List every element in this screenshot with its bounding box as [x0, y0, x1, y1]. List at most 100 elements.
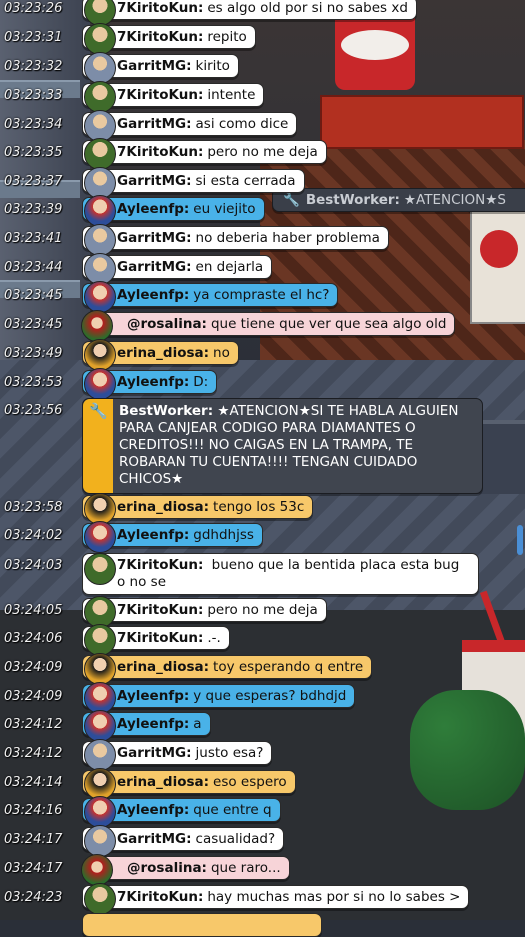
- message-text: y que esperas? bdhdjd: [193, 688, 347, 704]
- message-user[interactable]: Ayleenfp:: [117, 802, 189, 818]
- chat-bubble[interactable]: Ayleenfp: gdhdhjss: [82, 521, 263, 553]
- message-text: ya compraste el hc?: [193, 287, 330, 303]
- chat-bubble[interactable]: erina_diosa: tengo los 53c: [82, 493, 314, 525]
- user-avatar-icon[interactable]: [84, 553, 116, 585]
- message-time: 03:24:14: [4, 775, 63, 790]
- message-user[interactable]: @rosalina:: [127, 316, 207, 332]
- chat-bubble[interactable]: 7KiritoKun: bueno que la bentida placa e…: [82, 553, 479, 595]
- message-user[interactable]: erina_diosa:: [117, 345, 209, 361]
- message-user[interactable]: erina_diosa:: [117, 659, 209, 675]
- chat-bubble[interactable]: 7KiritoKun: repito: [82, 23, 256, 55]
- message-text: que entre q: [193, 802, 272, 818]
- chat-bubble[interactable]: Ayleenfp: que entre q: [82, 796, 281, 828]
- user-avatar-icon[interactable]: [84, 138, 116, 170]
- user-avatar-icon[interactable]: [84, 796, 116, 828]
- message-user[interactable]: Ayleenfp:: [117, 716, 189, 732]
- message-user[interactable]: GarritMG:: [117, 230, 192, 246]
- user-avatar-icon[interactable]: [81, 854, 113, 886]
- message-user[interactable]: GarritMG:: [117, 116, 192, 132]
- chat-bubble[interactable]: @rosalina: que tiene que ver que sea alg…: [81, 310, 456, 342]
- message-text: asi como dice: [195, 116, 289, 132]
- message-user[interactable]: 7KiritoKun:: [117, 602, 203, 618]
- chat-bubble[interactable]: GarritMG: casualidad?: [82, 825, 285, 857]
- message-user[interactable]: Ayleenfp:: [117, 527, 189, 543]
- message-text: es algo old por si no sabes xd: [207, 0, 408, 16]
- message-user[interactable]: Ayleenfp:: [117, 287, 189, 303]
- message-user[interactable]: 7KiritoKun:: [117, 889, 203, 905]
- user-avatar-icon[interactable]: [84, 281, 116, 313]
- user-avatar-icon[interactable]: [84, 52, 116, 84]
- user-avatar-icon[interactable]: [84, 339, 116, 371]
- user-avatar-icon[interactable]: [84, 224, 116, 256]
- message-user[interactable]: GarritMG:: [117, 745, 192, 761]
- bestworker-alert-bubble[interactable]: 🔧 BestWorker: ★ATENCION★SI TE HABLA ALGU…: [82, 398, 483, 494]
- user-avatar-icon[interactable]: [84, 195, 116, 227]
- message-user[interactable]: 7KiritoKun:: [117, 144, 203, 160]
- chat-bubble[interactable]: 7KiritoKun: pero no me deja: [82, 138, 327, 170]
- chat-bubble[interactable]: GarritMG: en dejarla: [82, 253, 273, 285]
- chat-bubble[interactable]: 7KiritoKun: intente: [82, 81, 265, 113]
- chat-bubble[interactable]: 7KiritoKun: hay muchas mas por si no lo …: [82, 883, 470, 915]
- user-avatar-icon[interactable]: [84, 710, 116, 742]
- message-text: a: [193, 716, 202, 732]
- message-time: 03:24:02: [4, 528, 63, 543]
- chat-bubble[interactable]: erina_diosa: no: [82, 339, 239, 371]
- message-text: no deberia haber problema: [195, 230, 380, 246]
- chat-bubble[interactable]: Ayleenfp: a: [82, 710, 211, 742]
- message-user[interactable]: @rosalina:: [127, 860, 207, 876]
- chat-bubble[interactable]: @rosalina: que raro...: [81, 854, 290, 886]
- chat-bubble[interactable]: GarritMG: si esta cerrada: [82, 167, 305, 199]
- message-time: 03:24:06: [4, 631, 63, 646]
- chat-bubble[interactable]: 7KiritoKun: es algo old por si no sabes …: [82, 0, 417, 26]
- message-time: 03:23:37: [4, 174, 63, 189]
- message-user[interactable]: GarritMG:: [117, 58, 192, 74]
- chat-bubble-partial[interactable]: [82, 913, 322, 937]
- message-user[interactable]: GarritMG:: [117, 259, 192, 275]
- chat-bubble[interactable]: GarritMG: kirito: [82, 52, 239, 84]
- message-time: 03:24:17: [4, 861, 63, 876]
- scrollbar-handle[interactable]: [517, 525, 523, 555]
- message-user[interactable]: 7KiritoKun:: [117, 29, 203, 45]
- user-avatar-icon[interactable]: [84, 825, 116, 857]
- user-avatar-icon[interactable]: [84, 368, 116, 400]
- user-avatar-icon[interactable]: [84, 883, 116, 915]
- message-time: 03:23:31: [4, 30, 63, 45]
- message-user[interactable]: erina_diosa:: [117, 499, 209, 515]
- chat-bubble[interactable]: GarritMG: asi como dice: [82, 110, 298, 142]
- chat-bubble[interactable]: GarritMG: justo esa?: [82, 739, 273, 771]
- user-avatar-icon[interactable]: [81, 310, 113, 342]
- message-text: toy esperando q entre: [213, 659, 364, 675]
- chat-bubble[interactable]: 7KiritoKun: pero no me deja: [82, 596, 327, 628]
- message-time: 03:24:05: [4, 603, 63, 618]
- user-avatar-icon[interactable]: [84, 81, 116, 113]
- message-user[interactable]: Ayleenfp:: [117, 688, 189, 704]
- chat-bubble[interactable]: Ayleenfp: ya compraste el hc?: [82, 281, 339, 313]
- chat-bubble[interactable]: Ayleenfp: y que esperas? bdhdjd: [82, 682, 356, 714]
- message-text: casualidad?: [195, 831, 276, 847]
- chat-bubble[interactable]: GarritMG: no deberia haber problema: [82, 224, 389, 256]
- message-user[interactable]: GarritMG:: [117, 831, 192, 847]
- message-time: 03:23:45: [4, 317, 63, 332]
- user-avatar-icon[interactable]: [84, 23, 116, 55]
- user-avatar-icon[interactable]: [84, 521, 116, 553]
- message-time: 03:23:34: [4, 117, 63, 132]
- chat-bubble[interactable]: 7KiritoKun: .-.: [82, 624, 230, 656]
- user-avatar-icon[interactable]: [84, 624, 116, 656]
- message-user[interactable]: 7KiritoKun:: [117, 87, 203, 103]
- user-avatar-icon[interactable]: [84, 739, 116, 771]
- user-avatar-icon[interactable]: [84, 653, 116, 685]
- message-user[interactable]: erina_diosa:: [117, 774, 209, 790]
- message-user[interactable]: GarritMG:: [117, 173, 192, 189]
- chat-bubble[interactable]: Ayleenfp: eu viejito: [82, 195, 265, 227]
- chat-bubble[interactable]: erina_diosa: toy esperando q entre: [82, 653, 373, 685]
- message-text: pero no me deja: [207, 602, 318, 618]
- message-user[interactable]: Ayleenfp:: [117, 374, 189, 390]
- chat-bubble[interactable]: erina_diosa: eso espero: [82, 768, 296, 800]
- chat-bubble[interactable]: Ayleenfp: D:: [82, 368, 218, 400]
- message-user[interactable]: 7KiritoKun:: [117, 630, 203, 646]
- message-user[interactable]: BestWorker:: [119, 403, 213, 419]
- message-user[interactable]: 7KiritoKun:: [117, 557, 203, 573]
- message-user[interactable]: 7KiritoKun:: [117, 0, 203, 16]
- message-time: 03:23:56: [4, 403, 63, 418]
- message-user[interactable]: Ayleenfp:: [117, 201, 189, 217]
